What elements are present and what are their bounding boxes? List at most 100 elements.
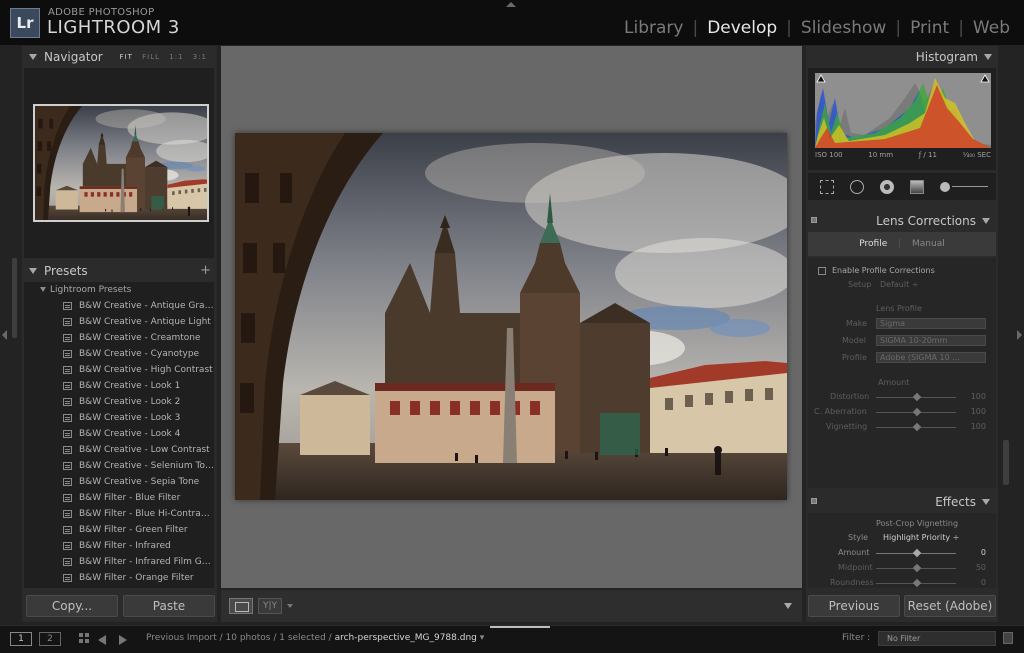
main-window-button[interactable]: 1 (10, 632, 32, 646)
preset-item[interactable]: B&W Creative - Low Contrast (24, 442, 214, 458)
preset-item[interactable]: B&W Filter - Blue Filter (24, 490, 214, 506)
zoom-1-1[interactable]: 1:1 (169, 53, 183, 61)
make-select[interactable]: Sigma (876, 318, 986, 329)
filmstrip-handle[interactable] (490, 626, 550, 628)
toolbar-menu-icon[interactable] (784, 603, 792, 609)
distortion-slider[interactable] (876, 392, 956, 402)
left-panel-toggle-icon[interactable] (2, 330, 7, 340)
back-arrow-icon[interactable] (98, 635, 106, 645)
module-library[interactable]: Library (624, 18, 683, 38)
preset-item[interactable]: B&W Creative - Selenium Tone (24, 458, 214, 474)
profile-select[interactable]: Adobe (SIGMA 10 ... (876, 352, 986, 363)
preset-item[interactable]: B&W Filter - Infrared Film Grain (24, 554, 214, 570)
module-slideshow[interactable]: Slideshow (801, 18, 886, 38)
left-panel-scrollbar[interactable] (12, 258, 17, 338)
preset-item[interactable]: B&W Creative - Look 1 (24, 378, 214, 394)
add-preset-icon[interactable]: + (200, 260, 211, 282)
breadcrumb[interactable]: Previous Import / 10 photos / 1 selected… (146, 633, 484, 643)
preset-folder-lightroom[interactable]: Lightroom Presets (24, 282, 214, 298)
presets-title: Presets (44, 264, 88, 278)
preset-rows: B&W Creative - Antique Gray... B&W Creati… (24, 298, 214, 586)
before-after-dropdown-icon[interactable] (287, 604, 293, 608)
filter-select[interactable]: No Filter (878, 631, 996, 646)
cathedral-thumbnail-image (35, 106, 207, 220)
grid-view-icon[interactable] (79, 633, 90, 644)
preset-item[interactable]: B&W Creative - Antique Light (24, 314, 214, 330)
preset-item[interactable]: B&W Creative - Sepia Tone (24, 474, 214, 490)
preset-item[interactable]: B&W Filter - Infrared (24, 538, 214, 554)
forward-arrow-icon[interactable] (119, 635, 127, 645)
preset-item[interactable]: B&W Creative - Look 2 (24, 394, 214, 410)
navigator-thumbnail[interactable] (33, 104, 209, 222)
loupe-view-button[interactable] (229, 598, 253, 614)
distortion-label: Distortion (830, 392, 870, 401)
preset-item[interactable]: B&W Creative - Antique Gray... (24, 298, 214, 314)
zoom-fill[interactable]: FILL (142, 53, 160, 61)
enable-profile-row[interactable]: Enable Profile Corrections (818, 266, 935, 275)
preset-label: B&W Creative - Cyanotype (79, 349, 200, 359)
preset-label: B&W Filter - Orange Filter (79, 573, 194, 583)
panel-switch-icon[interactable] (811, 498, 817, 504)
roundness-slider[interactable] (876, 578, 956, 588)
preset-icon (63, 478, 72, 486)
distortion-slider-knob[interactable] (912, 392, 922, 402)
tab-manual[interactable]: Manual (912, 239, 945, 249)
model-select[interactable]: SIGMA 10-20mm (876, 335, 986, 346)
previous-button[interactable]: Previous (808, 595, 900, 617)
zoom-3-1[interactable]: 3:1 (193, 53, 207, 61)
paste-button[interactable]: Paste (123, 595, 215, 617)
preset-item[interactable]: B&W Filter - Blue Hi-Contrast ... (24, 506, 214, 522)
filename-dropdown-icon[interactable]: ▾ (477, 633, 485, 643)
enable-profile-checkbox[interactable] (818, 266, 826, 275)
chromatic-aberration-slider[interactable] (876, 407, 956, 417)
module-print[interactable]: Print (910, 18, 949, 38)
cathedral-photo-image (235, 133, 787, 500)
vignette-amount-slider[interactable] (876, 548, 956, 558)
vignette-amount-knob[interactable] (912, 548, 922, 558)
vignetting-slider-knob[interactable] (912, 422, 922, 432)
breadcrumb-filename[interactable]: arch-perspective_MG_9788.dng (335, 633, 477, 643)
setup-select[interactable]: Default ÷ (880, 280, 918, 289)
red-eye-icon[interactable] (880, 180, 894, 194)
chromatic-aberration-slider-knob[interactable] (912, 407, 922, 417)
presets-header[interactable]: Presets + (22, 260, 217, 282)
vignetting-slider[interactable] (876, 422, 956, 432)
panel-switch-icon[interactable] (811, 217, 817, 223)
preset-icon (63, 558, 72, 566)
main-photo[interactable] (235, 133, 787, 500)
style-select[interactable]: Highlight Priority ÷ (883, 533, 959, 542)
histogram-header[interactable]: Histogram (806, 46, 998, 68)
graduated-filter-icon[interactable] (910, 180, 924, 194)
right-panel-scrollbar[interactable] (1003, 440, 1009, 485)
reset-button[interactable]: Reset (Adobe) (904, 595, 996, 617)
module-develop[interactable]: Develop (707, 18, 777, 38)
lens-corrections-header[interactable]: Lens Corrections (808, 210, 996, 232)
preset-icon (63, 414, 72, 422)
tab-profile[interactable]: Profile (859, 239, 887, 249)
preset-item[interactable]: B&W Creative - High Contrast (24, 362, 214, 378)
navigator-header[interactable]: Navigator FIT FILL 1:1 3:1 (22, 46, 217, 68)
before-after-view-button[interactable]: Y|Y (258, 598, 282, 614)
adjustment-brush-icon[interactable] (940, 182, 950, 192)
filter-lock-icon[interactable] (1003, 632, 1013, 644)
roundness-knob[interactable] (912, 578, 922, 588)
top-panel-toggle-icon[interactable] (506, 2, 516, 7)
copy-button[interactable]: Copy... (26, 595, 118, 617)
effects-header[interactable]: Effects (808, 491, 996, 513)
midpoint-slider[interactable] (876, 563, 956, 573)
preset-item[interactable]: B&W Filter - Orange Filter (24, 570, 214, 586)
secondary-window-button[interactable]: 2 (39, 632, 61, 646)
lightroom-window: Lr ADOBE PHOTOSHOP LIGHTROOM 3 Library |… (0, 0, 1024, 653)
crop-overlay-icon[interactable] (820, 180, 834, 194)
preset-item[interactable]: B&W Creative - Look 4 (24, 426, 214, 442)
right-panel-toggle-icon[interactable] (1017, 330, 1022, 340)
zoom-fit[interactable]: FIT (120, 53, 133, 61)
preset-item[interactable]: B&W Creative - Creamtone (24, 330, 214, 346)
preset-item[interactable]: B&W Creative - Cyanotype (24, 346, 214, 362)
midpoint-knob[interactable] (912, 563, 922, 573)
preset-item[interactable]: B&W Filter - Green Filter (24, 522, 214, 538)
spot-removal-icon[interactable] (850, 180, 864, 194)
adjustment-brush-slider[interactable] (952, 186, 988, 187)
preset-item[interactable]: B&W Creative - Look 3 (24, 410, 214, 426)
module-web[interactable]: Web (973, 18, 1010, 38)
